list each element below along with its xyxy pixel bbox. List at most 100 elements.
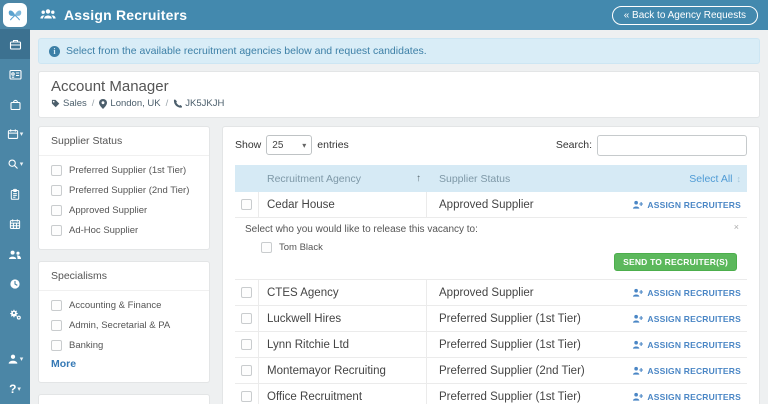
clipboard-icon bbox=[10, 188, 20, 200]
assign-recruiters-link[interactable]: ASSIGN RECRUITERS bbox=[632, 340, 741, 350]
filter-option[interactable]: Accounting & Finance bbox=[51, 300, 197, 311]
sidebar-item-account[interactable]: ▾ bbox=[0, 344, 30, 374]
sidebar-item-settings[interactable] bbox=[0, 299, 30, 329]
filter-option[interactable]: Preferred Supplier (2nd Tier) bbox=[51, 185, 197, 196]
select-all-link[interactable]: Select All bbox=[689, 173, 732, 185]
agency-name: Office Recruitment bbox=[259, 384, 427, 404]
agency-name: Cedar House bbox=[259, 192, 427, 217]
app-logo[interactable] bbox=[3, 3, 27, 27]
sort-icon[interactable]: ↕ bbox=[737, 174, 742, 184]
send-to-recruiters-button[interactable]: SEND TO RECRUITER(S) bbox=[614, 253, 737, 271]
chevron-down-icon: ▾ bbox=[17, 386, 21, 393]
more-specialisms-link[interactable]: More bbox=[51, 358, 76, 370]
assign-recruiters-link[interactable]: ASSIGN RECRUITERS bbox=[632, 366, 741, 376]
phone-icon bbox=[174, 99, 183, 108]
sidebar-item-search-menu[interactable]: ▾ bbox=[0, 149, 30, 179]
sidebar-item-candidates[interactable] bbox=[0, 239, 30, 269]
recruiter-option[interactable]: Tom Black bbox=[261, 242, 737, 253]
table-row: Montemayor Recruiting Preferred Supplier… bbox=[235, 358, 747, 384]
page-size-select[interactable]: 25 ▾ bbox=[266, 135, 313, 155]
sidebar-item-vacancies[interactable] bbox=[0, 89, 30, 119]
table-header-row: Recruitment Agency ↑ Supplier Status Sel… bbox=[235, 165, 747, 192]
account-tags: Sales / London, UK / JK5JKJH bbox=[51, 98, 747, 109]
sidebar-item-reports[interactable] bbox=[0, 269, 30, 299]
row-checkbox[interactable] bbox=[241, 391, 252, 402]
assign-recruiters-link[interactable]: ASSIGN RECRUITERS bbox=[632, 288, 741, 298]
assign-recruiters-link[interactable]: ASSIGN RECRUITERS bbox=[632, 314, 741, 324]
sidebar-item-help[interactable]: ? ▾ bbox=[0, 374, 30, 404]
filter-title: Regions Covered bbox=[39, 395, 209, 404]
assign-recruiters-link[interactable]: ASSIGN RECRUITERS bbox=[632, 200, 741, 210]
search-input[interactable] bbox=[597, 134, 747, 156]
info-banner: i Select from the available recruitment … bbox=[38, 38, 760, 64]
user-plus-icon bbox=[633, 392, 644, 401]
sidebar-item-tasks[interactable] bbox=[0, 179, 30, 209]
agency-name: Montemayor Recruiting bbox=[259, 358, 427, 383]
filter-card-specialisms: Specialisms Accounting & Finance Admin, … bbox=[38, 261, 210, 383]
search-icon bbox=[8, 159, 18, 169]
release-prompt: Select who you would like to release thi… bbox=[245, 224, 478, 235]
checkbox[interactable] bbox=[261, 242, 272, 253]
row-checkbox[interactable] bbox=[241, 287, 252, 298]
filter-option[interactable]: Approved Supplier bbox=[51, 205, 197, 216]
column-header-agency[interactable]: Recruitment Agency ↑ bbox=[259, 173, 427, 185]
close-icon[interactable]: × bbox=[734, 223, 739, 232]
sidebar-item-calendar-menu[interactable]: ▾ bbox=[0, 119, 30, 149]
sidebar-item-schedule[interactable] bbox=[0, 209, 30, 239]
checkbox[interactable] bbox=[51, 320, 62, 331]
chevron-down-icon: ▾ bbox=[302, 140, 307, 150]
checkbox[interactable] bbox=[51, 340, 62, 351]
user-icon bbox=[8, 354, 18, 364]
department-tag: Sales bbox=[51, 98, 87, 109]
entries-label: entries bbox=[317, 139, 349, 151]
help-icon: ? bbox=[9, 382, 17, 396]
filter-title: Supplier Status bbox=[39, 127, 209, 156]
recruiter-name: Tom Black bbox=[279, 242, 323, 253]
checkbox[interactable] bbox=[51, 205, 62, 216]
release-vacancy-panel: × Select who you would like to release t… bbox=[235, 218, 747, 280]
chevron-down-icon: ▾ bbox=[19, 161, 24, 168]
sort-ascending-icon[interactable]: ↑ bbox=[416, 173, 427, 184]
agency-name: CTES Agency bbox=[259, 280, 427, 305]
row-checkbox[interactable] bbox=[241, 313, 252, 324]
agency-name: Lynn Ritchie Ltd bbox=[259, 332, 427, 357]
checkbox[interactable] bbox=[51, 185, 62, 196]
checkbox[interactable] bbox=[51, 300, 62, 311]
supplier-status: Preferred Supplier (1st Tier) bbox=[439, 312, 581, 325]
checkbox[interactable] bbox=[51, 225, 62, 236]
table-controls: Show 25 ▾ entries Search: bbox=[235, 133, 747, 157]
assign-recruiters-link[interactable]: ASSIGN RECRUITERS bbox=[632, 392, 741, 402]
supplier-status: Preferred Supplier (1st Tier) bbox=[439, 390, 581, 403]
chevron-down-icon: ▾ bbox=[19, 356, 24, 363]
info-banner-text: Select from the available recruitment ag… bbox=[66, 45, 427, 57]
checkbox[interactable] bbox=[51, 165, 62, 176]
sidebar-item-jobs[interactable] bbox=[0, 29, 30, 59]
bag-icon bbox=[9, 99, 21, 110]
filter-option[interactable]: Banking bbox=[51, 340, 197, 351]
row-checkbox[interactable] bbox=[241, 199, 252, 210]
reference-tag: JK5JKJH bbox=[173, 98, 224, 109]
user-plus-icon bbox=[633, 200, 644, 209]
account-manager-card: Account Manager Sales / London, UK / JK5… bbox=[38, 71, 760, 118]
row-checkbox[interactable] bbox=[241, 365, 252, 376]
table-row: Lynn Ritchie Ltd Preferred Supplier (1st… bbox=[235, 332, 747, 358]
show-label: Show bbox=[235, 139, 262, 151]
chevron-down-icon: ▾ bbox=[19, 131, 24, 138]
tag-separator: / bbox=[165, 98, 169, 109]
filter-option[interactable]: Admin, Secretarial & PA bbox=[51, 320, 197, 331]
column-header-status[interactable]: Supplier Status bbox=[427, 173, 617, 185]
filter-option[interactable]: Ad-Hoc Supplier bbox=[51, 225, 197, 236]
calendar-grid-icon bbox=[9, 219, 21, 229]
topbar: Assign Recruiters « Back to Agency Reque… bbox=[30, 0, 768, 30]
table-row: Cedar House Approved Supplier ASSIGN REC… bbox=[235, 192, 747, 218]
supplier-status: Preferred Supplier (1st Tier) bbox=[439, 338, 581, 351]
sidebar-bottom: ▾ ? ▾ bbox=[0, 344, 30, 404]
filter-option[interactable]: Preferred Supplier (1st Tier) bbox=[51, 165, 197, 176]
sidebar-item-contacts[interactable] bbox=[0, 59, 30, 89]
id-card-icon bbox=[8, 69, 22, 80]
back-to-agency-requests-button[interactable]: « Back to Agency Requests bbox=[611, 5, 758, 25]
briefcase-icon bbox=[9, 39, 21, 50]
filter-card-regions: Regions Covered London South East (excl … bbox=[38, 394, 210, 404]
search-label: Search: bbox=[555, 139, 592, 151]
row-checkbox[interactable] bbox=[241, 339, 252, 350]
